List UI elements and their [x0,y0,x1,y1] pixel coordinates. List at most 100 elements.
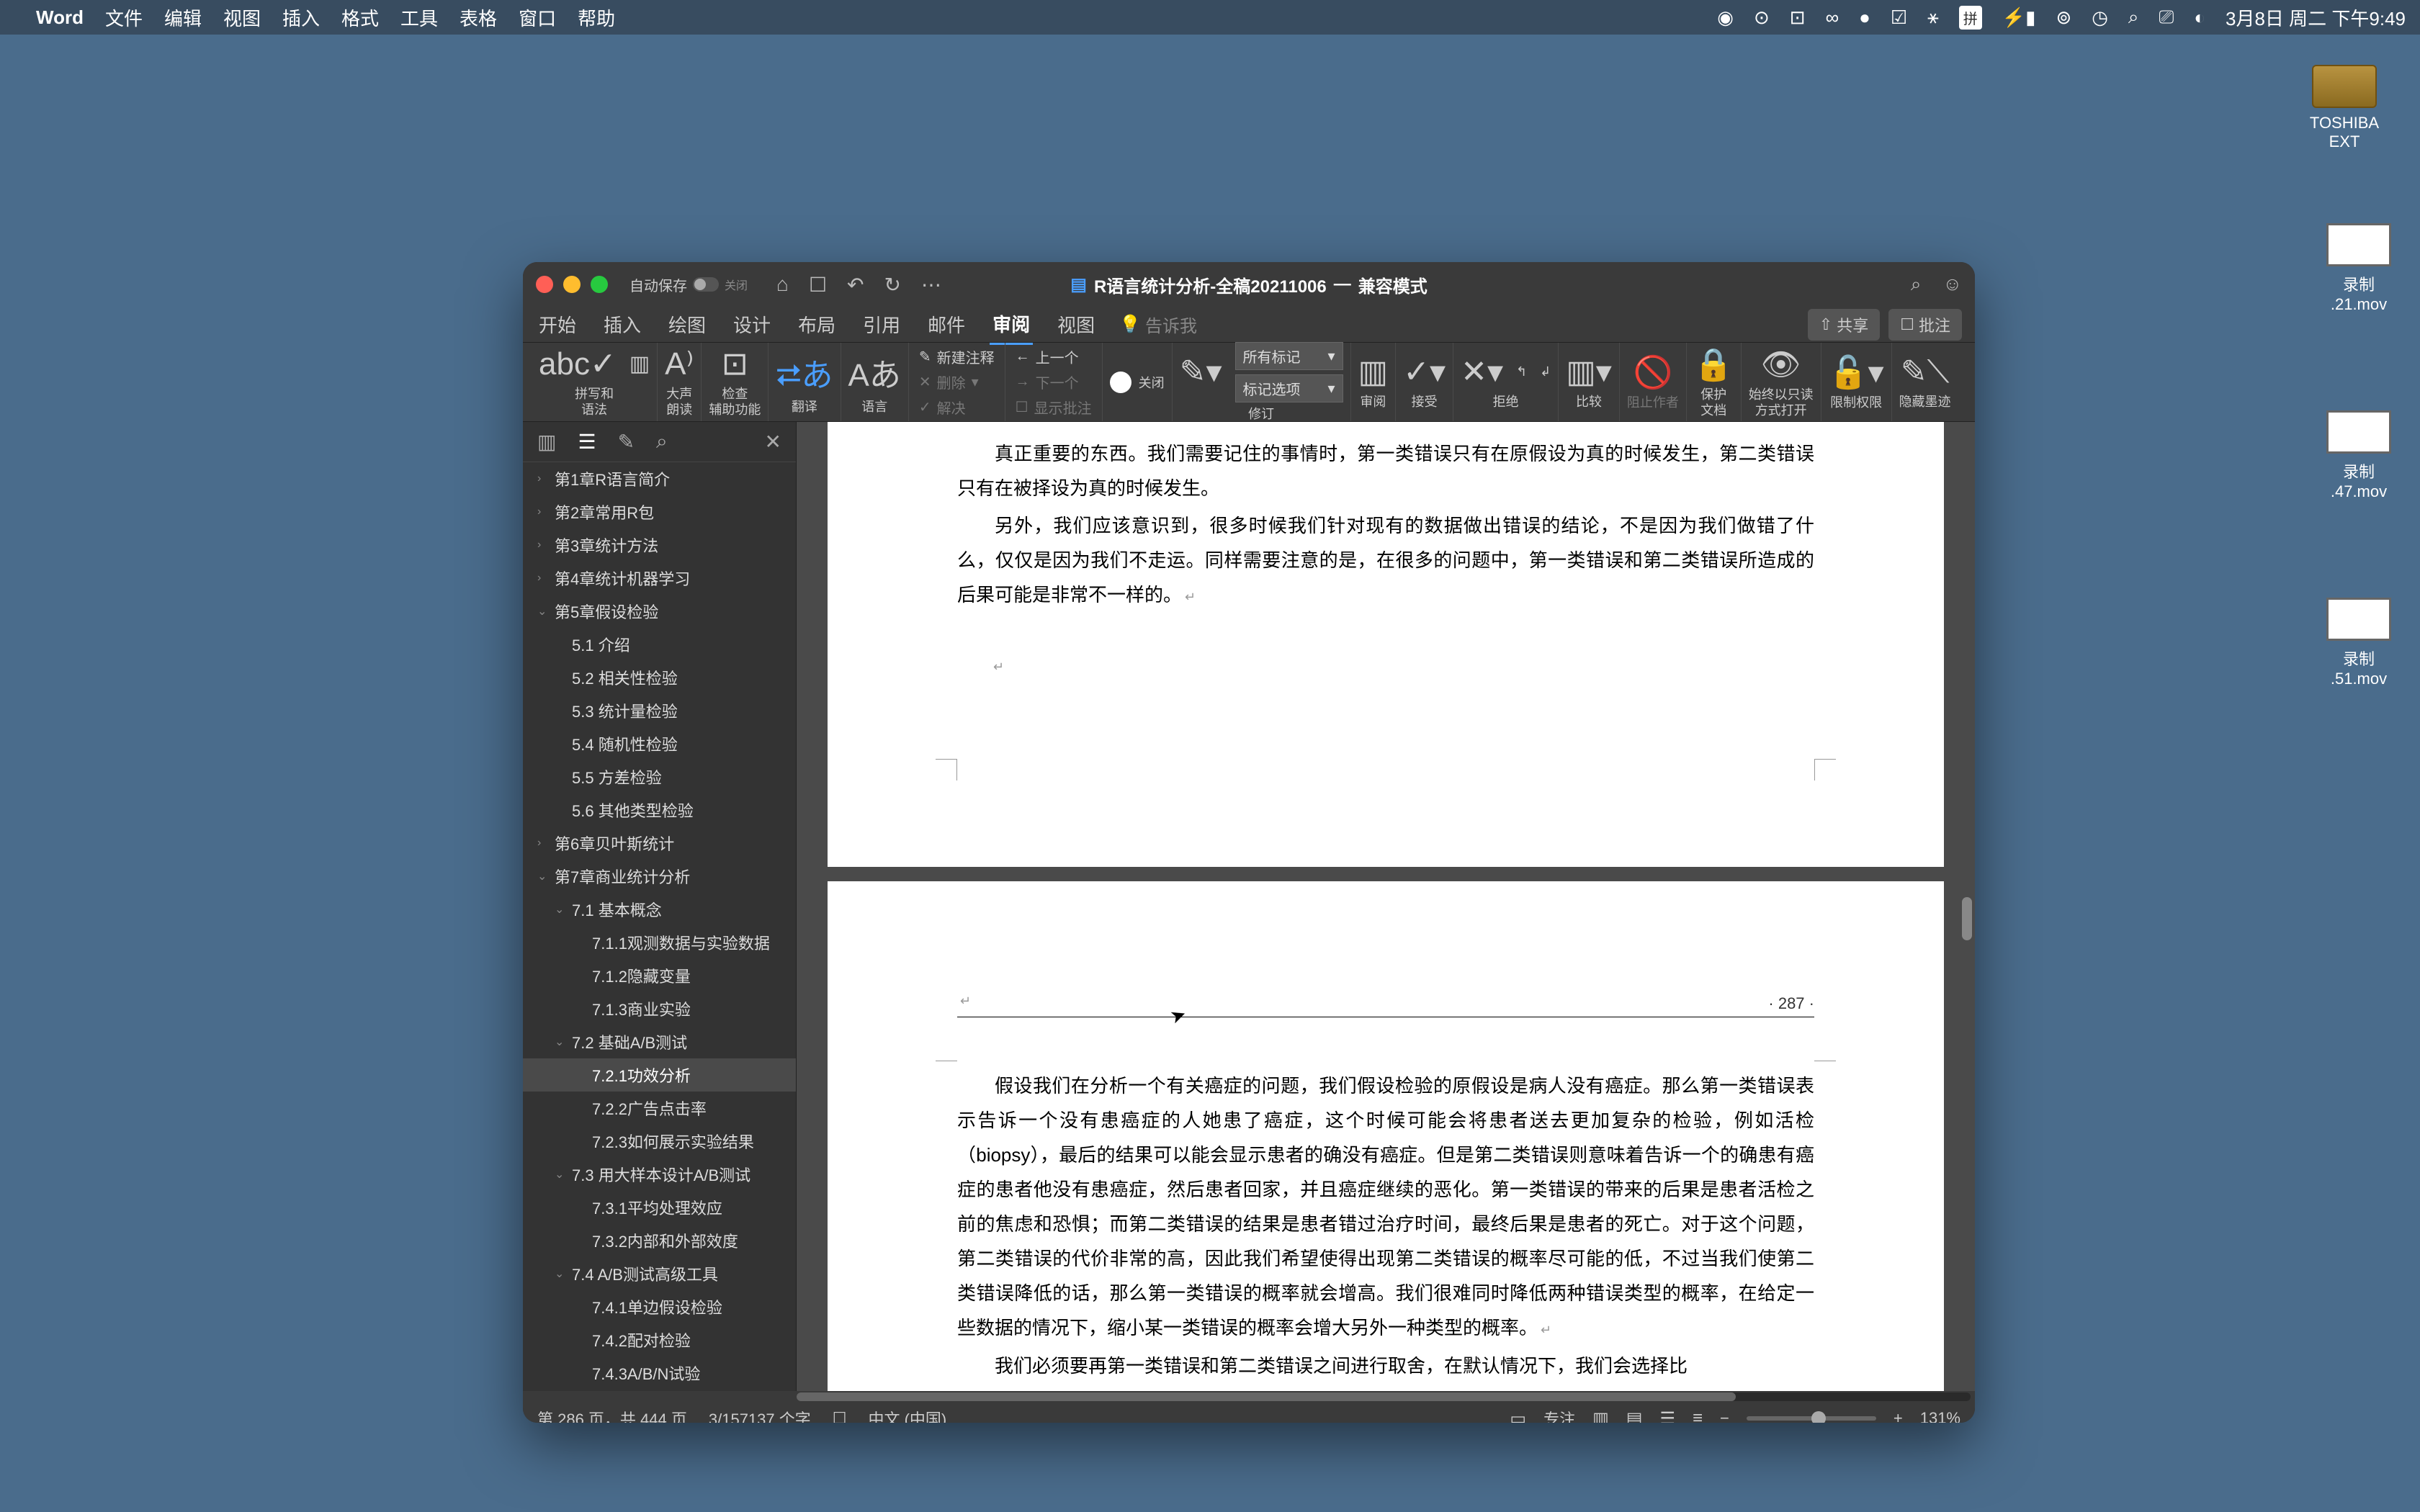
tab-references[interactable]: 引用 [860,305,903,343]
minimize-window-button[interactable] [563,276,581,293]
input-method[interactable]: 拼 [1959,6,1982,30]
tab-mailings[interactable]: 邮件 [925,305,968,343]
nav-heading-item[interactable]: ⌄7.3 用大样本设计A/B测试 [523,1158,796,1191]
group-hide-ink[interactable]: ✎⟍ 隐藏墨迹 [1892,343,1958,421]
nav-edit-icon[interactable]: ✎ [618,430,635,454]
group-spelling[interactable]: abc✓▥ 拼写和 语法 [532,343,658,421]
nav-close-icon[interactable]: ✕ [765,430,781,454]
show-comments-button[interactable]: ☐ 显示批注 [1016,397,1092,418]
focus-mode-label[interactable]: 专注 [1543,1407,1575,1423]
markup-options-dropdown[interactable]: 标记选项▾ [1235,374,1343,402]
document-area[interactable]: 真正重要的东西。我们需要记住的事情时，第一类错误只有在原假设为真的时候发生，第二… [797,422,1975,1391]
resolve-comment-button[interactable]: ✓ 解决 [919,397,995,418]
smiley-icon[interactable]: ☺ [1942,273,1962,296]
nav-heading-item[interactable]: ›第4章统计机器学习 [523,562,796,595]
group-protect[interactable]: 🔒 保护 文档 [1687,343,1742,421]
menu-insert[interactable]: 插入 [282,4,320,31]
tracking-icon[interactable]: ✎▾ [1180,354,1222,390]
nav-heading-item[interactable]: ⌄第7章商业统计分析 [523,860,796,893]
nav-heading-item[interactable]: ⌄7.4 A/B测试高级工具 [523,1257,796,1290]
nav-heading-item[interactable]: 7.3.2内部和外部效度 [523,1224,796,1257]
nav-heading-item[interactable]: ›第3章统计方法 [523,528,796,562]
nav-heading-item[interactable]: 7.4.1单边假设检验 [523,1290,796,1323]
nav-heading-item[interactable]: 7.2.3如何展示实验结果 [523,1125,796,1158]
close-window-button[interactable] [536,276,553,293]
nav-heading-item[interactable]: 7.1.2隐藏变量 [523,959,796,992]
group-block-author[interactable]: 🚫 阻止作者 [1620,343,1687,421]
group-restrict[interactable]: 🔓▾ 限制权限 [1821,343,1892,421]
tab-design[interactable]: 设计 [730,305,774,343]
undo-icon[interactable]: ↶ [847,273,864,297]
nav-heading-item[interactable]: 7.2.2广告点击率 [523,1092,796,1125]
prev-comment-button[interactable]: ← 上一个 [1016,346,1092,367]
tab-layout[interactable]: 布局 [795,305,838,343]
tab-draw[interactable]: 绘图 [666,305,709,343]
menu-tools[interactable]: 工具 [400,4,438,31]
group-review-pane[interactable]: ▥ 审阅 [1351,343,1397,421]
zoom-out-button[interactable]: − [1720,1409,1729,1423]
siri-icon[interactable]: ◐ [2194,6,2205,29]
group-translate[interactable]: ⮂あ 翻译 [768,343,841,421]
menu-help[interactable]: 帮助 [578,4,615,31]
nav-heading-item[interactable]: ⌄第5章假设检验 [523,595,796,628]
scrollbar-thumb[interactable] [1962,897,1972,940]
nav-heading-item[interactable]: 7.4.3A/B/N试验 [523,1356,796,1390]
save-icon[interactable]: ☐ [809,273,827,297]
group-language[interactable]: Aあ 语言 [841,343,909,421]
group-close-comments[interactable]: 关闭 [1103,343,1173,421]
menu-table[interactable]: 表格 [460,4,497,31]
nav-heading-item[interactable]: 7.1.3商业实验 [523,992,796,1025]
menu-edit[interactable]: 编辑 [164,4,202,31]
focus-mode-icon[interactable]: ▭ [1510,1408,1526,1423]
next-comment-button[interactable]: → 下一个 [1016,372,1092,392]
nav-heading-item[interactable]: ›第1章R语言简介 [523,462,796,495]
nav-heading-item[interactable]: 5.5 方差检验 [523,760,796,793]
group-readonly[interactable]: 👁 始终以只读 方式打开 [1742,343,1821,421]
delete-comment-button[interactable]: ✕ 删除 ▾ [919,372,995,392]
desktop-mov-2[interactable]: 录制 .47.mov [2312,410,2406,501]
app-icon-3[interactable]: ● [1859,6,1870,29]
nav-heading-item[interactable]: 7.1.1观测数据与实验数据 [523,926,796,959]
word-count[interactable]: 3/157137 个字 [709,1407,811,1423]
home-icon[interactable]: ⌂ [776,273,789,297]
paragraph[interactable]: 假设我们在分析一个有关癌症的问题，我们假设检验的原假设是病人没有癌症。那么第一类… [957,1068,1814,1346]
nav-search-icon[interactable]: ⌕ [656,430,668,454]
menu-format[interactable]: 格式 [341,4,379,31]
more-icon[interactable]: ⋯ [921,273,941,297]
nav-heading-item[interactable]: ⌄7.1 基本概念 [523,893,796,926]
new-comment-button[interactable]: ✎ 新建注释 [919,346,995,367]
wifi-icon[interactable]: ⊚ [2056,6,2071,29]
desktop-mov-3[interactable]: 录制 .51.mov [2312,598,2406,688]
nav-headings-icon[interactable]: ☰ [578,430,596,454]
nav-thumbnails-icon[interactable]: ▥ [537,430,556,454]
vertical-scrollbar[interactable] [1962,422,1972,1391]
maximize-window-button[interactable] [591,276,608,293]
paragraph[interactable]: 另外，我们应该意识到，很多时候我们针对现有的数据做出错误的结论，不是因为我们做错… [957,508,1814,612]
autosave-toggle[interactable]: 自动保存 关闭 [629,274,748,295]
nav-heading-item[interactable]: ⌄7.2 基础A/B测试 [523,1025,796,1058]
bluetooth-icon[interactable]: ⚹ [1927,6,1939,29]
search-icon[interactable]: ⌕ [1911,273,1922,296]
app-icon-2[interactable]: ∞ [1826,6,1839,29]
nav-headings-list[interactable]: ›第1章R语言简介›第2章常用R包›第3章统计方法›第4章统计机器学习⌄第5章假… [523,462,796,1391]
zoom-in-button[interactable]: + [1894,1409,1903,1423]
accessibility-status-icon[interactable]: ☐ [833,1409,847,1423]
nav-heading-item[interactable]: 5.4 随机性检验 [523,727,796,760]
menu-file[interactable]: 文件 [105,4,143,31]
horizontal-scrollbar[interactable] [523,1391,1975,1403]
page-count[interactable]: 第 286 页，共 444 页 [537,1407,687,1423]
app-icon-1[interactable]: ⊡ [1790,6,1806,29]
paragraph[interactable]: 真正重要的东西。我们需要记住的事情时，第一类错误只有在原假设为真的时候发生，第二… [957,436,1814,505]
nav-heading-item[interactable]: ›第6章贝叶斯统计 [523,827,796,860]
group-accessibility[interactable]: ⊡ 检查 辅助功能 [702,343,768,421]
nav-heading-item[interactable]: 7.3.1平均处理效应 [523,1191,796,1224]
nav-heading-item[interactable]: 5.2 相关性检验 [523,661,796,694]
nav-heading-item[interactable]: 5.6 其他类型检验 [523,793,796,827]
prev-change-icon[interactable]: ↰ [1516,364,1527,379]
language-status[interactable]: 中文 (中国) [868,1407,946,1423]
app-name[interactable]: Word [36,6,84,29]
paragraph[interactable]: 我们必须要再第一类错误和第二类错误之间进行取舍，在默认情况下，我们会选择比 [957,1349,1814,1383]
mac-menubar[interactable]: Word 文件 编辑 视图 插入 格式 工具 表格 窗口 帮助 ◉ ⊙ ⊡ ∞ … [0,0,2420,35]
record-icon[interactable]: ◉ [1717,6,1734,29]
spotlight-icon[interactable]: ⌕ [2128,6,2139,29]
